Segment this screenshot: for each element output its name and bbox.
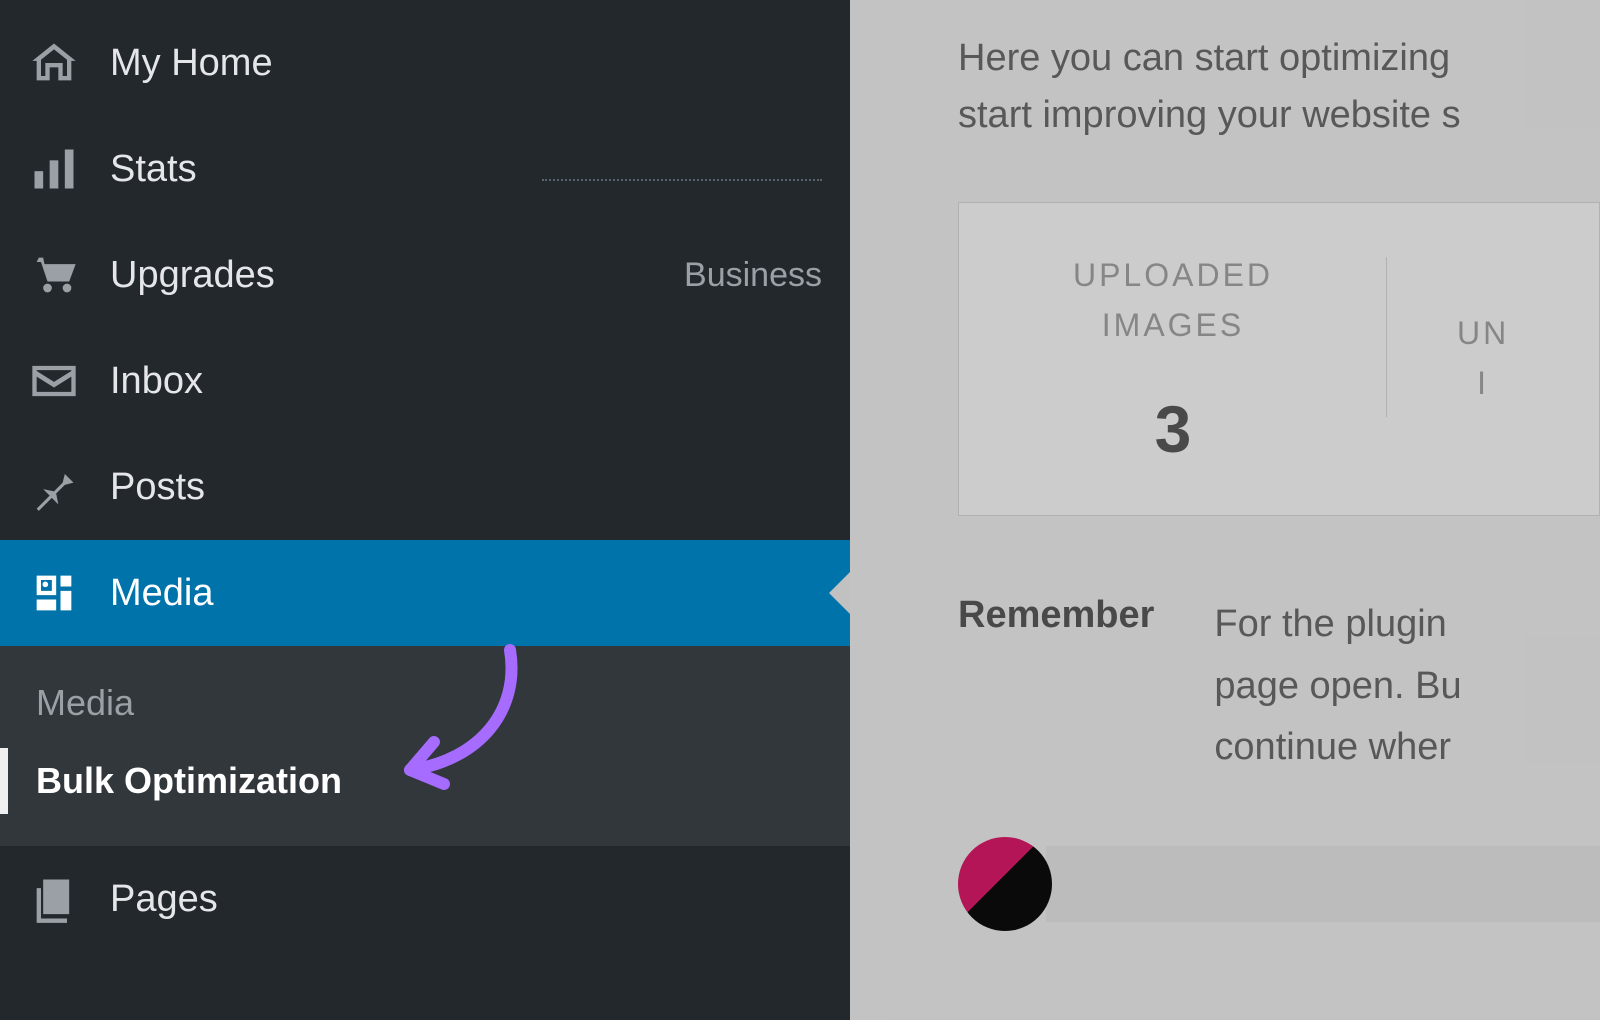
- stat-value: 3: [1155, 391, 1192, 467]
- media-icon: [28, 567, 80, 619]
- mail-icon: [28, 355, 80, 407]
- pages-icon: [28, 873, 80, 925]
- home-icon: [28, 37, 80, 89]
- pin-icon: [28, 461, 80, 513]
- sidebar-item-label: Posts: [110, 466, 822, 509]
- stat-label: UN I: [1457, 309, 1509, 408]
- sidebar-item-label: Media: [110, 572, 822, 615]
- sidebar-item-posts[interactable]: Posts: [0, 434, 850, 540]
- remember-text: For the plugin page open. Bu continue wh…: [1214, 594, 1461, 779]
- stats-sparkline-placeholder: [542, 157, 822, 181]
- sidebar-item-inbox[interactable]: Inbox: [0, 328, 850, 434]
- admin-sidebar: My Home Stats Upgrades Business Inbox Po…: [0, 0, 850, 1020]
- progress-bar: [1046, 846, 1600, 922]
- submenu-item-media[interactable]: Media: [0, 664, 850, 742]
- submenu-item-bulk-optimization[interactable]: Bulk Optimization: [0, 742, 850, 820]
- sidebar-item-pages[interactable]: Pages: [0, 846, 850, 952]
- stat-label: UPLOADED IMAGES: [1009, 251, 1337, 350]
- bar-chart-icon: [28, 143, 80, 195]
- remember-label: Remember: [958, 594, 1154, 637]
- sidebar-item-label: Inbox: [110, 360, 822, 403]
- stat-uploaded-images: UPLOADED IMAGES 3: [959, 203, 1387, 515]
- progress-knob-icon: [958, 837, 1052, 931]
- stat-cell-partial: UN I: [1387, 203, 1559, 515]
- sidebar-item-upgrades[interactable]: Upgrades Business: [0, 222, 850, 328]
- sidebar-item-label: My Home: [110, 42, 822, 85]
- intro-text: Here you can start optimizing start impr…: [958, 30, 1600, 144]
- progress-row: [958, 837, 1600, 931]
- cart-icon: [28, 249, 80, 301]
- submenu-item-label: Media: [36, 682, 134, 724]
- sidebar-item-label: Stats: [110, 148, 512, 191]
- plan-badge: Business: [684, 256, 822, 295]
- sidebar-item-stats[interactable]: Stats: [0, 116, 850, 222]
- sidebar-item-media[interactable]: Media: [0, 540, 850, 646]
- sidebar-item-label: Pages: [110, 878, 822, 921]
- media-submenu: Media Bulk Optimization: [0, 646, 850, 846]
- stats-panel: UPLOADED IMAGES 3 UN I: [958, 202, 1600, 516]
- remember-block: Remember For the plugin page open. Bu co…: [958, 594, 1600, 779]
- sidebar-item-my-home[interactable]: My Home: [0, 10, 850, 116]
- main-content: Here you can start optimizing start impr…: [850, 0, 1600, 1020]
- submenu-item-label: Bulk Optimization: [36, 760, 342, 802]
- sidebar-item-label: Upgrades: [110, 254, 654, 297]
